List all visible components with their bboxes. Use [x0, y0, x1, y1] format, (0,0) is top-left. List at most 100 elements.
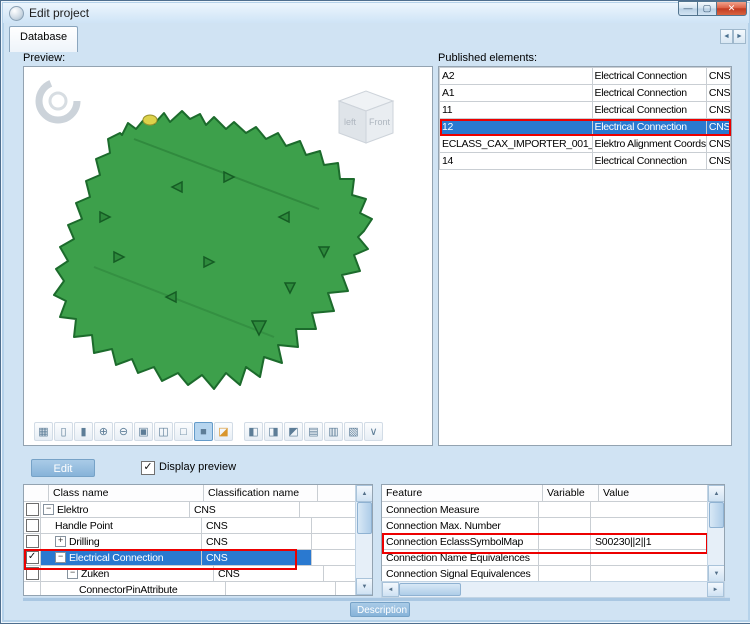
checkbox-unchecked-icon[interactable]: [26, 519, 39, 532]
measure-icon[interactable]: ◫: [154, 422, 173, 441]
feature-table-vscrollbar[interactable]: ▲ ▼: [707, 485, 724, 582]
class-table-vscrollbar[interactable]: ▲ ▼: [355, 485, 372, 595]
scroll-thumb[interactable]: [399, 583, 461, 596]
shaded-view-icon[interactable]: ■: [194, 422, 213, 441]
zoom-out-icon[interactable]: ⊖: [114, 422, 133, 441]
tab-scroll-right-icon[interactable]: ►: [733, 29, 746, 44]
solid-cylinder-icon[interactable]: ▮: [74, 422, 93, 441]
app-icon: [9, 6, 24, 21]
published-row[interactable]: A1Electrical ConnectionCNS: [440, 85, 731, 102]
view-left-icon[interactable]: ◩: [284, 422, 303, 441]
feature-table: Feature Variable Value Connection Measur…: [381, 484, 725, 583]
zoom-in-icon[interactable]: ⊕: [94, 422, 113, 441]
class-row[interactable]: −ZukenCNS: [24, 566, 372, 582]
titlebar[interactable]: Edit project: [3, 3, 749, 23]
feature-header-variable[interactable]: Variable: [543, 485, 599, 502]
published-row[interactable]: 12Electrical ConnectionCNS: [440, 119, 731, 136]
close-icon: ✕: [728, 4, 736, 13]
published-row[interactable]: 14Electrical ConnectionCNS: [440, 153, 731, 170]
feature-table-hscrollbar[interactable]: ◄ ►: [381, 581, 725, 598]
class-row[interactable]: +DrillingCNS: [24, 534, 372, 550]
published-row[interactable]: 11Electrical ConnectionCNS: [440, 102, 731, 119]
view-front-icon[interactable]: ◨: [264, 422, 283, 441]
display-preview-checkbox[interactable]: ✓: [141, 461, 155, 475]
view-back-icon[interactable]: ▥: [324, 422, 343, 441]
view-cube[interactable]: left Front: [339, 91, 393, 143]
edit-button[interactable]: Edit: [31, 459, 95, 477]
view-iso-icon[interactable]: ◧: [244, 422, 263, 441]
class-row-name-cell: −Zuken: [41, 566, 214, 582]
checkbox-unchecked-icon[interactable]: [26, 503, 39, 516]
published-row[interactable]: A2Electrical ConnectionCNS: [440, 68, 731, 85]
feature-header-value[interactable]: Value: [599, 485, 708, 502]
published-cell-name: 11: [440, 102, 593, 119]
coordinate-axes-icon[interactable]: ▦: [34, 422, 53, 441]
scroll-up-icon[interactable]: ▲: [356, 485, 373, 502]
class-row[interactable]: −ElektroCNS: [24, 502, 372, 518]
feature-header-feature[interactable]: Feature: [382, 485, 543, 502]
checkbox-unchecked-icon[interactable]: [26, 567, 39, 580]
scroll-right-icon[interactable]: ►: [707, 582, 724, 597]
tree-collapse-icon[interactable]: −: [67, 568, 78, 579]
more-views-icon[interactable]: ∨: [364, 422, 383, 441]
feature-row[interactable]: Connection EclassSymbolMapS00230||2||1: [382, 534, 724, 550]
view-bottom-icon[interactable]: ▧: [344, 422, 363, 441]
class-table-body: −ElektroCNSHandle PointCNS+DrillingCNS✓−…: [24, 502, 372, 596]
published-cell-type: Elektro Alignment Coordsys: [592, 136, 706, 153]
class-row-classification-cell: [226, 582, 336, 596]
minimize-button[interactable]: —: [678, 1, 697, 16]
checkbox-unchecked-icon[interactable]: [26, 535, 39, 548]
published-cell-type: Electrical Connection: [592, 85, 706, 102]
scroll-down-icon[interactable]: ▼: [356, 578, 373, 595]
wireframe-view-icon[interactable]: □: [174, 422, 193, 441]
view-cube-left-label: left: [344, 117, 357, 127]
feature-cell-value: [591, 518, 708, 534]
class-row[interactable]: ConnectorPinAttribute: [24, 582, 372, 596]
feature-cell-value: [591, 550, 708, 566]
published-cell-cns: CNS: [706, 102, 730, 119]
feature-table-header: Feature Variable Value: [382, 485, 724, 502]
feature-cell-value: S00230||2||1: [591, 534, 708, 550]
zoom-fit-icon[interactable]: ▣: [134, 422, 153, 441]
tab-scroll-left-icon[interactable]: ◄: [720, 29, 733, 44]
scroll-thumb[interactable]: [357, 502, 372, 534]
tree-expand-icon[interactable]: +: [55, 536, 66, 547]
tree-collapse-icon[interactable]: −: [43, 504, 54, 515]
class-row[interactable]: ✓−Electrical ConnectionCNS: [24, 550, 372, 566]
scroll-left-icon[interactable]: ◄: [382, 582, 399, 597]
tab-database[interactable]: Database: [9, 26, 78, 52]
class-name-label: Electrical Connection: [69, 552, 163, 564]
feature-cell-feature: Connection Signal Equivalences: [382, 566, 539, 582]
class-row-checkbox-cell: [24, 582, 41, 596]
scroll-down-icon[interactable]: ▼: [708, 565, 725, 582]
feature-row[interactable]: Connection Measure: [382, 502, 724, 518]
scroll-up-icon[interactable]: ▲: [708, 485, 725, 502]
published-elements-table: A2Electrical ConnectionCNSA1Electrical C…: [439, 67, 731, 170]
class-header-name[interactable]: Class name: [49, 485, 204, 502]
close-button[interactable]: ✕: [716, 1, 747, 16]
class-row[interactable]: Handle PointCNS: [24, 518, 372, 534]
maximize-button[interactable]: ▢: [697, 1, 716, 16]
scroll-thumb[interactable]: [709, 502, 724, 528]
class-row-name-cell: Handle Point: [41, 518, 202, 534]
checkbox-checked-icon[interactable]: ✓: [26, 551, 39, 564]
feature-row[interactable]: Connection Signal Equivalences: [382, 566, 724, 582]
published-cell-type: Electrical Connection: [592, 102, 706, 119]
class-header-classification[interactable]: Classification name: [204, 485, 318, 502]
class-row-classification-cell: CNS: [202, 518, 312, 534]
description-button[interactable]: Description: [350, 602, 410, 617]
cad-part-shape[interactable]: [54, 111, 372, 389]
tab-scroll: ◄ ►: [720, 29, 746, 44]
class-row-classification-cell: CNS: [214, 566, 324, 582]
tree-collapse-icon[interactable]: −: [55, 552, 66, 563]
class-row-checkbox-cell: [24, 566, 41, 582]
published-row[interactable]: ECLASS_CAX_IMPORTER_001_CP_0Elektro Alig…: [440, 136, 731, 153]
feature-row[interactable]: Connection Name Equivalences: [382, 550, 724, 566]
view-top-icon[interactable]: ▤: [304, 422, 323, 441]
cylinder-icon[interactable]: ▯: [54, 422, 73, 441]
feature-row[interactable]: Connection Max. Number: [382, 518, 724, 534]
class-row-name-cell: −Elektro: [41, 502, 190, 518]
preview-viewport[interactable]: left Front: [23, 66, 433, 446]
class-row-classification-cell: CNS: [190, 502, 300, 518]
textured-view-icon[interactable]: ◪: [214, 422, 233, 441]
